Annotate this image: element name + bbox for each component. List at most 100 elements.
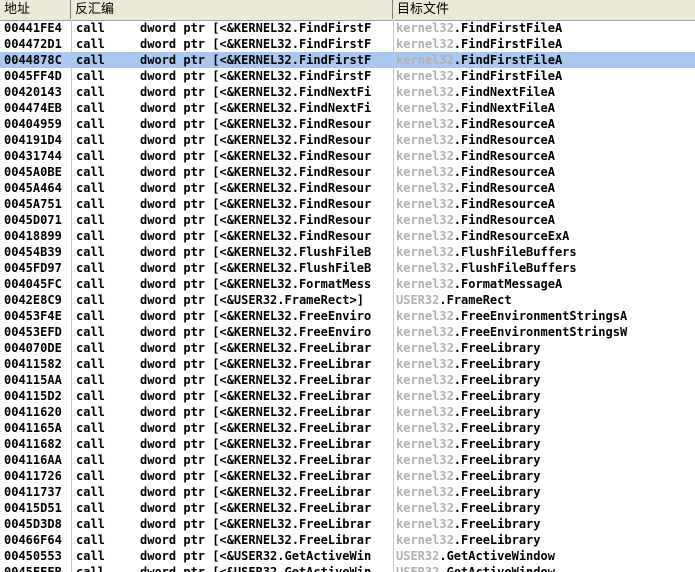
table-row[interactable]: 0045D3D8 call dword ptr [<&KERNEL32.FreeLi… [0,516,695,532]
row-target-module: kernel32 [396,37,454,51]
table-row[interactable]: 00466F64 call dword ptr [<&KERNEL32.FreeLi… [0,532,695,548]
row-target-module: kernel32 [396,421,454,435]
table-row[interactable]: 0042E8C9 call dword ptr [<&USER32.FrameRec… [0,292,695,308]
row-address: 004115AA [4,373,62,387]
column-header-target[interactable]: 目标文件 [393,0,695,19]
table-row[interactable]: 004070DE call dword ptr [<&KERNEL32.FreeLi… [0,340,695,356]
table-row[interactable]: 00404959 call dword ptr [<&KERNEL32.FindRe… [0,116,695,132]
row-target-module: kernel32 [396,373,454,387]
row-target-module: kernel32 [396,149,454,163]
row-address: 00411620 [4,405,62,419]
row-mnemonic: call [76,549,105,563]
row-mnemonic: call [76,565,105,572]
row-address: 00411737 [4,485,62,499]
row-operand: dword ptr [<&KERNEL32.FindResour [140,133,372,147]
row-target-module: kernel32 [396,277,454,291]
row-mnemonic: call [76,357,105,371]
row-target-module: kernel32 [396,85,454,99]
row-operand: dword ptr [<&KERNEL32.FreeLibrar [140,341,372,355]
row-target: kernel32.FreeLibrary [396,388,695,404]
row-operand: dword ptr [<&KERNEL32.FreeLibrar [140,389,372,403]
table-row[interactable]: 00453EFD call dword ptr [<&KERNEL32.FreeEn… [0,324,695,340]
row-address: 0045EEEB [4,565,62,572]
table-row[interactable]: 00453F4E call dword ptr [<&KERNEL32.FreeEn… [0,308,695,324]
table-row[interactable]: 004474EB call dword ptr [<&KERNEL32.FindNe… [0,100,695,116]
table-row[interactable]: 0045FD97 call dword ptr [<&KERNEL32.FlushF… [0,260,695,276]
row-target-module: kernel32 [396,341,454,355]
row-target-module: kernel32 [396,245,454,259]
row-target-function: .GetActiveWindow [439,565,555,572]
row-target-module: kernel32 [396,309,454,323]
row-address: 0045A751 [4,197,62,211]
row-mnemonic: call [76,117,105,131]
row-target-module: kernel32 [396,197,454,211]
table-row[interactable]: 00420143 call dword ptr [<&KERNEL32.FindNe… [0,84,695,100]
row-address: 0045FF4D [4,69,62,83]
row-target-function: .FrameRect [439,293,512,307]
row-address: 00441FE4 [4,21,62,35]
row-operand: dword ptr [<&KERNEL32.FreeLibrar [140,501,372,515]
row-operand: dword ptr [<&KERNEL32.FindResour [140,213,372,227]
row-target-function: .FreeLibrary [453,501,541,515]
table-row[interactable]: 00454B39 call dword ptr [<&KERNEL32.FlushF… [0,244,695,260]
row-target: kernel32.FindResourceA [396,164,695,180]
column-header-address[interactable]: 地址 [0,0,71,19]
row-address: 0045A464 [4,181,62,195]
row-target: kernel32.FreeLibrary [396,420,695,436]
row-operand: dword ptr [<&KERNEL32.FindResour [140,165,372,179]
row-target-function: .FlushFileBuffers [453,245,577,259]
row-operand: dword ptr [<&KERNEL32.FindNextFi [140,85,372,99]
row-address: 0044878C [4,53,62,67]
row-target-module: kernel32 [396,357,454,371]
table-row[interactable]: 00418899 call dword ptr [<&KERNEL32.FindRe… [0,228,695,244]
row-target-module: kernel32 [396,229,454,243]
table-row[interactable]: 004191D4 call dword ptr [<&KERNEL32.FindRe… [0,132,695,148]
row-address: 004191D4 [4,133,62,147]
row-target-module: kernel32 [396,21,454,35]
table-row[interactable]: 004045FC call dword ptr [<&KERNEL32.Format… [0,276,695,292]
table-row[interactable]: 00411620 call dword ptr [<&KERNEL32.FreeLi… [0,404,695,420]
row-address: 0042E8C9 [4,293,62,307]
table-row[interactable]: 0045A751 call dword ptr [<&KERNEL32.FindRe… [0,196,695,212]
table-row[interactable]: 00415D51 call dword ptr [<&KERNEL32.FreeLi… [0,500,695,516]
row-operand: dword ptr [<&KERNEL32.FreeLibrar [140,517,372,531]
disassembly-list[interactable]: 00441FE4 call dword ptr [<&KERNEL32.FindFi… [0,20,695,572]
row-target-function: .FreeLibrary [453,341,541,355]
table-row[interactable]: 00411582 call dword ptr [<&KERNEL32.FreeLi… [0,356,695,372]
table-row[interactable]: 00431744 call dword ptr [<&KERNEL32.FindRe… [0,148,695,164]
row-target-module: kernel32 [396,469,454,483]
table-row[interactable]: 0045A464 call dword ptr [<&KERNEL32.FindRe… [0,180,695,196]
row-mnemonic: call [76,101,105,115]
row-target-function: .FindResourceA [453,117,555,131]
table-row[interactable]: 0045D071 call dword ptr [<&KERNEL32.FindRe… [0,212,695,228]
table-row[interactable]: 0041165A call dword ptr [<&KERNEL32.FreeLi… [0,420,695,436]
table-row[interactable]: 0045EEEB call dword ptr [<&USER32.GetActiv… [0,564,695,572]
table-row[interactable]: 004115D2 call dword ptr [<&KERNEL32.FreeLi… [0,388,695,404]
table-row[interactable]: 004115AA call dword ptr [<&KERNEL32.FreeLi… [0,372,695,388]
table-row[interactable]: 00411726 call dword ptr [<&KERNEL32.FreeLi… [0,468,695,484]
row-address: 004474EB [4,101,62,115]
table-row[interactable]: 00411682 call dword ptr [<&KERNEL32.FreeLi… [0,436,695,452]
table-row[interactable]: 0045A0BE call dword ptr [<&KERNEL32.FindRe… [0,164,695,180]
row-target: USER32.FrameRect [396,292,695,308]
table-row[interactable]: 00411737 call dword ptr [<&KERNEL32.FreeLi… [0,484,695,500]
row-operand: dword ptr [<&KERNEL32.FreeEnviro [140,325,372,339]
table-row[interactable]: 00441FE4 call dword ptr [<&KERNEL32.FindFi… [0,20,695,36]
table-row[interactable]: 00450553 call dword ptr [<&USER32.GetActiv… [0,548,695,564]
row-target-module: kernel32 [396,165,454,179]
row-mnemonic: call [76,85,105,99]
row-target-function: .FindFirstFileA [453,37,563,51]
table-row[interactable]: 0044878C call dword ptr [<&KERNEL32.FindFi… [0,52,695,68]
row-address: 00454B39 [4,245,62,259]
row-target: kernel32.FreeLibrary [396,468,695,484]
row-target-function: .FindResourceA [453,149,555,163]
row-target: kernel32.FreeLibrary [396,452,695,468]
row-target-function: .FormatMessageA [453,277,563,291]
row-address: 004116AA [4,453,62,467]
row-target-module: kernel32 [396,485,454,499]
column-header-disasm[interactable]: 反汇编 [71,0,393,19]
table-row[interactable]: 0045FF4D call dword ptr [<&KERNEL32.FindFi… [0,68,695,84]
table-row[interactable]: 004116AA call dword ptr [<&KERNEL32.FreeLi… [0,452,695,468]
table-row[interactable]: 004472D1 call dword ptr [<&KERNEL32.FindFi… [0,36,695,52]
row-operand: dword ptr [<&KERNEL32.FindFirstF [140,37,372,51]
